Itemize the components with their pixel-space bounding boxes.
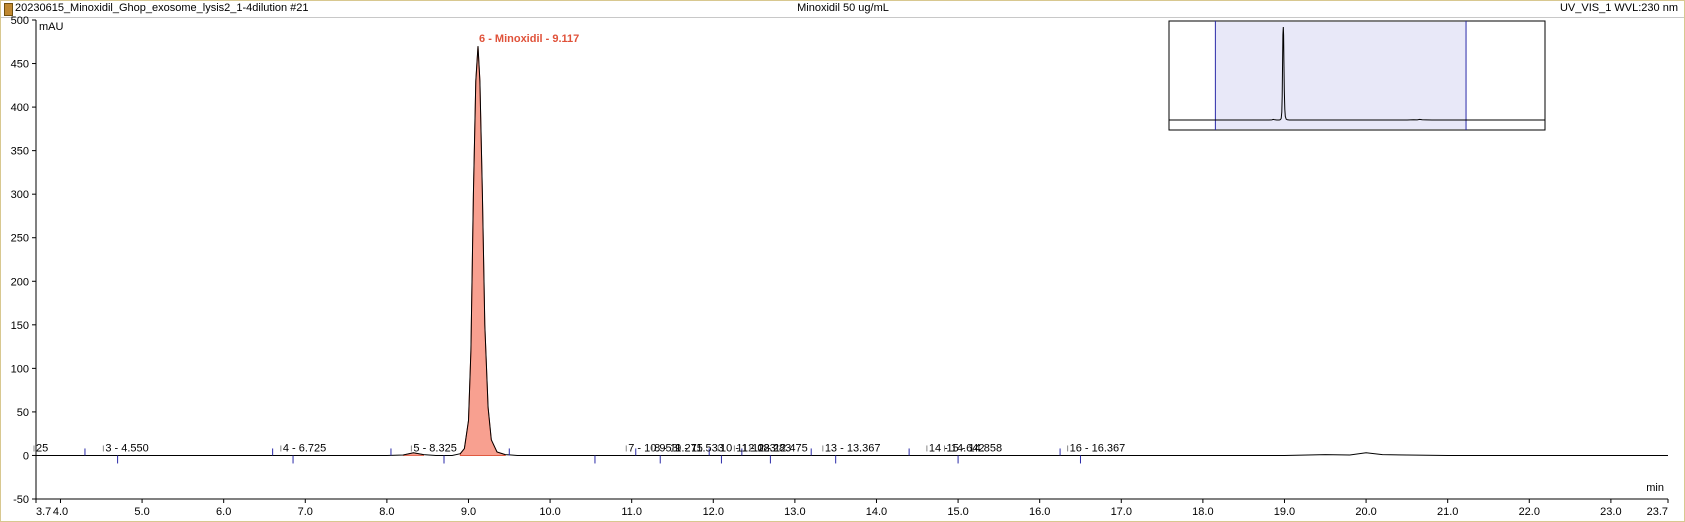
x-tick-label: 8.0 [379,506,394,518]
peak-label: 9 - 11.533 [675,442,724,454]
y-axis-title: mAU [39,21,64,33]
y-tick-label: 150 [11,320,29,332]
peak-label: 4 - 6.725 [283,442,326,454]
x-tick-label: 23.0 [1600,506,1621,518]
x-tick-label: 6.0 [216,506,231,518]
chromatogram-chart[interactable]: -50 0 50 100 150 200 250 300 350 400 450 500 3.7 4.0 5… [0,0,1685,522]
peak-label: 13 - 13.367 [825,442,881,454]
y-tick-label: 250 [11,233,29,245]
x-tick-label: 21.0 [1437,506,1458,518]
y-tick-label: 100 [11,363,29,375]
x-tick-label: 7.0 [298,506,313,518]
y-tick-label: -50 [13,494,29,506]
peak-area-minoxidil [459,46,506,456]
peak-label: 12 - 12.475 [752,442,808,454]
x-tick-label: 19.0 [1274,506,1295,518]
x-tick-label: 15.0 [947,506,968,518]
x-tick-label: 3.7 [36,506,51,518]
y-tick-label: 0 [23,450,29,462]
x-tick-label: 13.0 [784,506,805,518]
x-tick-label: 16.0 [1029,506,1050,518]
x-tick-label: 12.0 [703,506,724,518]
x-tick-label: 9.0 [461,506,476,518]
x-axis-title: min [1646,482,1664,494]
y-tick-label: 400 [11,102,29,114]
y-tick-label: 50 [17,407,29,419]
x-tick-label: 23.7 [1647,506,1668,518]
peak-label: 5 - 8.325 [413,442,456,454]
x-tick-label: 10.0 [539,506,560,518]
peak-label: 25 [36,442,48,454]
x-tick-label: 5.0 [134,506,149,518]
x-tick-label: 14.0 [866,506,887,518]
y-tick-label: 300 [11,189,29,201]
peak-label: 3 - 4.550 [105,442,148,454]
x-tick-label: 22.0 [1519,506,1540,518]
y-tick-label: 200 [11,276,29,288]
peak-label: 15 - 14.858 [946,442,1002,454]
y-tick-label: 350 [11,146,29,158]
overview-window [1215,22,1467,129]
x-tick-label: 4.0 [53,506,68,518]
y-tick-label: 450 [11,59,29,71]
x-tick-label: 17.0 [1111,506,1132,518]
x-tick-label: 11.0 [621,506,642,518]
y-tick-label: 500 [11,15,29,27]
x-tick-label: 20.0 [1355,506,1376,518]
peak-label-major: 6 - Minoxidil - 9.117 [479,33,579,45]
peak-label: 16 - 16.367 [1070,442,1126,454]
x-tick-label: 18.0 [1192,506,1213,518]
